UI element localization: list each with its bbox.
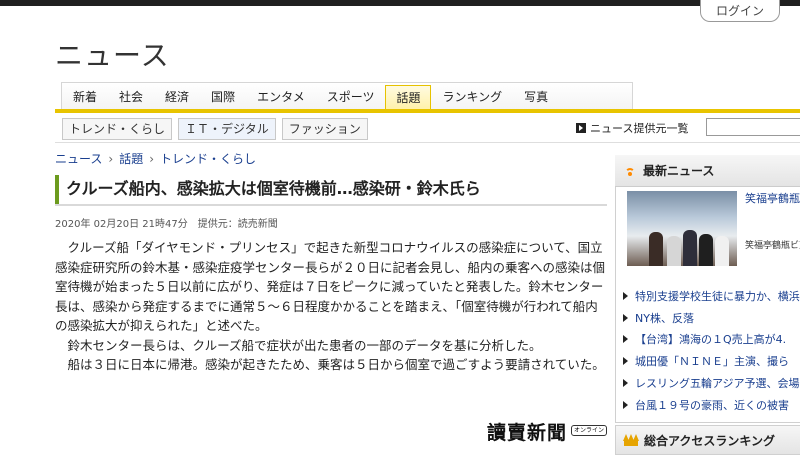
arrow-right-icon	[623, 379, 628, 388]
search-input[interactable]	[706, 118, 800, 136]
list-item[interactable]: 城田優「ＮＩＮＥ」主演、撮ら	[623, 350, 800, 372]
latest-news-header: 最新ニュース	[615, 155, 800, 187]
chevron-right-icon: ›	[149, 151, 155, 166]
breadcrumb-trend-life[interactable]: トレンド・くらし	[160, 150, 256, 167]
arrow-right-icon	[623, 291, 628, 300]
list-item[interactable]: 特別支援学校生徒に暴力か、横浜	[623, 285, 800, 307]
list-item[interactable]: レスリング五輪アジア予選、会場	[623, 372, 800, 394]
newspaper-logo[interactable]: 讀賣新聞	[487, 418, 567, 445]
play-arrow-icon	[576, 123, 586, 133]
chevron-right-icon: ›	[108, 151, 114, 166]
news-item-label: 台風１９号の豪雨、近くの被害	[635, 398, 789, 412]
article-provider: 提供元：読売新聞	[197, 219, 278, 230]
online-badge: オンライン	[571, 425, 608, 436]
ranking-title: 総合アクセスランキング	[644, 433, 776, 448]
news-item-label: 特別支援学校生徒に暴力か、横浜	[635, 289, 800, 303]
list-item[interactable]: NY株、反落	[623, 307, 800, 329]
article-paragraph: 船は３日に日本に帰港。感染が起きたため、乗客は５日から個室で過ごすよう要請されて…	[67, 357, 605, 372]
news-item-label: 【台湾】鴻海の１Q売上高が4.	[635, 333, 787, 347]
tab-international[interactable]: 国際	[200, 84, 246, 110]
article-paragraph: 鈴木センター長らは、クルーズ船で症状が出た患者の一部のデータを基に分析した。	[67, 337, 542, 353]
rss-icon	[623, 164, 637, 178]
tab-ranking[interactable]: ランキング	[431, 84, 513, 110]
login-button[interactable]: ログイン	[700, 0, 780, 22]
tab-topics[interactable]: 話題	[385, 85, 432, 110]
feature-caption[interactable]: 笑福亭鶴瓶、歴代校長を振り下げる	[745, 192, 800, 206]
sub-nav: トレンド・くらし ＩＴ・デジタル ファッション	[62, 118, 368, 140]
headline-container: クルーズ船内、感染拡大は個室待機前…感染研・鈴木氏ら	[55, 175, 605, 204]
tab-new[interactable]: 新着	[62, 84, 108, 110]
feature-thumbnail[interactable]	[627, 191, 737, 266]
arrow-right-icon	[623, 313, 628, 322]
news-item-label: レスリング五輪アジア予選、会場	[635, 377, 800, 391]
provider-list-link[interactable]: ニュース提供元一覧	[576, 120, 688, 136]
crown-icon	[623, 434, 639, 446]
news-item-label: NY株、反落	[635, 311, 694, 325]
article-paragraph: クルーズ船「ダイヤモンド・プリンセス」で起きた新型コロナウイルスの感染症について…	[55, 240, 606, 333]
tab-society[interactable]: 社会	[108, 84, 154, 110]
tab-photos[interactable]: 写真	[513, 84, 559, 110]
main-nav: 新着 社会 経済 国際 エンタメ スポーツ 話題 ランキング 写真	[61, 82, 633, 110]
arrow-right-icon	[623, 335, 628, 344]
list-item[interactable]: 【台湾】鴻海の１Q売上高が4.	[623, 329, 800, 351]
breadcrumb-topics[interactable]: 話題	[119, 150, 143, 167]
article-dateline: 2020年 02月20日 21時47分 提供元：読売新聞	[55, 215, 278, 230]
breadcrumb: ニュース › 話題 › トレンド・くらし	[55, 150, 256, 167]
tab-entertainment[interactable]: エンタメ	[246, 84, 316, 110]
site-title: ニュース	[55, 39, 170, 72]
arrow-right-icon	[623, 400, 628, 409]
headline-underline	[55, 204, 607, 206]
sidebar: 最新ニュース 笑福亭鶴瓶、歴代校長を振り下げる 笑福亭鶴瓶ビ東京系特別 特別支援…	[615, 155, 800, 455]
latest-news-title: 最新ニュース	[643, 164, 715, 178]
breadcrumb-news[interactable]: ニュース	[55, 150, 102, 167]
tab-sports[interactable]: スポーツ	[316, 84, 386, 110]
subtab-trend-life[interactable]: トレンド・くらし	[62, 118, 173, 140]
provider-list-label: ニュース提供元一覧	[590, 122, 689, 135]
tab-economy[interactable]: 経済	[154, 84, 200, 110]
article-body: クルーズ船「ダイヤモンド・プリンセス」で起きた新型コロナウイルスの感染症について…	[55, 238, 605, 375]
list-item[interactable]: 台風１９号の豪雨、近くの被害	[623, 394, 800, 416]
subtab-it-digital[interactable]: ＩＴ・デジタル	[178, 118, 276, 140]
nav-divider	[55, 109, 800, 113]
browser-top-bar	[0, 0, 800, 6]
ranking-header[interactable]: 総合アクセスランキング	[615, 425, 800, 455]
article-headline: クルーズ船内、感染拡大は個室待機前…感染研・鈴木氏ら	[66, 179, 481, 198]
feature-subcaption: 笑福亭鶴瓶ビ東京系特別	[745, 241, 800, 251]
article-date: 2020年 02月20日 21時47分	[55, 219, 188, 230]
subtab-fashion[interactable]: ファッション	[281, 118, 368, 140]
subnav-divider	[55, 142, 800, 143]
latest-news-list: 特別支援学校生徒に暴力か、横浜 NY株、反落 【台湾】鴻海の１Q売上高が4. 城…	[623, 285, 800, 416]
arrow-right-icon	[623, 357, 628, 366]
news-item-label: 城田優「ＮＩＮＥ」主演、撮ら	[635, 355, 789, 369]
